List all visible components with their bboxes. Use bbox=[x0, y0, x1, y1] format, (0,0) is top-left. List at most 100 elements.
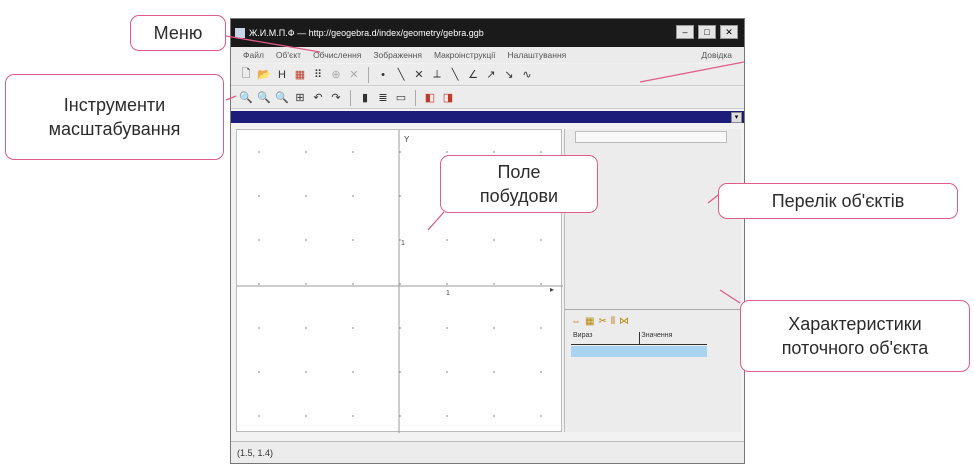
grid-dot bbox=[258, 415, 260, 417]
menu-item-macros[interactable]: Макроінструкції bbox=[434, 47, 496, 63]
table-icon[interactable]: ▭ bbox=[394, 91, 408, 105]
toolbar-separator bbox=[350, 89, 351, 106]
column-expression[interactable]: Вираз bbox=[571, 332, 639, 344]
grid-dot bbox=[258, 283, 260, 285]
curve-tool-icon[interactable]: ∿ bbox=[520, 68, 534, 82]
grid-dot bbox=[258, 239, 260, 241]
callout-object-props-line1: Характеристики bbox=[788, 314, 922, 334]
callout-zoom-line2: масштабування bbox=[48, 119, 181, 139]
zoom-in-icon[interactable]: 🔍 bbox=[239, 91, 253, 105]
export-icon[interactable]: ▦ bbox=[293, 68, 307, 82]
redo-icon[interactable]: ↷ bbox=[329, 91, 343, 105]
grid-dot bbox=[352, 283, 354, 285]
undo-icon[interactable]: ↶ bbox=[311, 91, 325, 105]
menu-item-settings[interactable]: Налаштування bbox=[508, 47, 567, 63]
calc-icon[interactable]: ≣ bbox=[376, 91, 390, 105]
zoom-out-icon[interactable]: 🔍 bbox=[257, 91, 271, 105]
menu-item-calc[interactable]: Обчислення bbox=[313, 47, 361, 63]
grid-dot bbox=[305, 283, 307, 285]
grid-dot bbox=[258, 151, 260, 153]
menu-item-file[interactable]: Файл bbox=[243, 47, 264, 63]
grid-dot bbox=[352, 371, 354, 373]
menu-item-help[interactable]: Довідка bbox=[701, 47, 732, 63]
maximize-button[interactable]: □ bbox=[698, 25, 716, 39]
app-window: Ж.И.М.П.Ф — http://geogebra.d/index/geom… bbox=[230, 18, 745, 464]
grid-dot bbox=[305, 151, 307, 153]
grid-dot bbox=[493, 151, 495, 153]
menu-bar: Файл Об'єкт Обчислення Зображення Макроі… bbox=[231, 47, 744, 63]
grid-dot bbox=[352, 151, 354, 153]
menu-item-object[interactable]: Об'єкт bbox=[276, 47, 301, 63]
grid-dot bbox=[352, 239, 354, 241]
cursor-coords: (1.5, 1.4) bbox=[237, 448, 274, 458]
grid-dot bbox=[446, 151, 448, 153]
x-axis-arrow: ▸ bbox=[550, 285, 554, 294]
point-tool-icon[interactable]: • bbox=[376, 68, 390, 82]
callout-canvas: Поле побудови bbox=[440, 155, 598, 213]
line-tool-icon[interactable]: ╲ bbox=[394, 68, 408, 82]
properties-header: Вираз Значення bbox=[571, 332, 707, 345]
pan-icon[interactable]: ⊕ bbox=[329, 68, 343, 82]
grid-dot bbox=[493, 415, 495, 417]
selected-property-row[interactable] bbox=[571, 346, 707, 357]
menu-item-view[interactable]: Зображення bbox=[373, 47, 422, 63]
app-icon bbox=[235, 28, 245, 38]
layer-icon[interactable]: ▮ bbox=[358, 91, 372, 105]
new-file-icon[interactable]: 🗋 bbox=[239, 68, 253, 82]
grid-dot bbox=[305, 415, 307, 417]
properties-toolbar: ⇔ ▦ ✂ ⫴ ⋈ bbox=[571, 316, 629, 327]
delete-icon[interactable]: ✕ bbox=[347, 68, 361, 82]
window-title: Ж.И.М.П.Ф — http://geogebra.d/index/geom… bbox=[249, 28, 484, 38]
y-tick-label: 1 bbox=[401, 240, 405, 247]
column-value[interactable]: Значення bbox=[638, 332, 708, 344]
grid-dot bbox=[446, 415, 448, 417]
status-bar: (1.5, 1.4) bbox=[231, 441, 744, 463]
callout-menu-text: Меню bbox=[153, 23, 203, 43]
grid-dot bbox=[258, 327, 260, 329]
angle-tool-icon[interactable]: ∠ bbox=[466, 68, 480, 82]
grid-dot bbox=[493, 283, 495, 285]
macro-run-icon[interactable]: ◨ bbox=[441, 91, 455, 105]
save-icon[interactable]: H bbox=[275, 68, 289, 82]
grid-dot bbox=[493, 371, 495, 373]
minimize-button[interactable]: – bbox=[676, 25, 694, 39]
link-icon[interactable]: ✂ bbox=[598, 316, 606, 327]
grid-dot bbox=[446, 239, 448, 241]
ray-tool-icon[interactable]: ↘ bbox=[502, 68, 516, 82]
chevron-down-icon[interactable]: ▾ bbox=[731, 112, 742, 123]
grid-dot bbox=[446, 283, 448, 285]
grid-dot bbox=[352, 327, 354, 329]
open-file-icon[interactable]: 📂 bbox=[257, 68, 271, 82]
grid-icon[interactable]: ⠿ bbox=[311, 68, 325, 82]
zoom-window-icon[interactable]: ⊞ bbox=[293, 91, 307, 105]
vector-tool-icon[interactable]: ↗ bbox=[484, 68, 498, 82]
grid-dot bbox=[305, 195, 307, 197]
grid-dot bbox=[352, 415, 354, 417]
callout-zoom-tools: Інструменти масштабування bbox=[5, 74, 224, 160]
grid-dot bbox=[352, 195, 354, 197]
callout-canvas-line1: Поле bbox=[497, 162, 541, 182]
grid-dot bbox=[540, 327, 542, 329]
macro-icon[interactable]: ◧ bbox=[423, 91, 437, 105]
callout-object-props: Характеристики поточного об'єкта bbox=[740, 300, 970, 372]
grid-dot bbox=[305, 371, 307, 373]
close-button[interactable]: ✕ bbox=[720, 25, 738, 39]
property-tool-icon[interactable]: ⇔ bbox=[571, 316, 581, 327]
distribute-icon[interactable]: ⋈ bbox=[619, 316, 629, 327]
table-icon[interactable]: ▦ bbox=[585, 316, 594, 327]
callout-menu: Меню bbox=[130, 15, 226, 51]
toolbar-separator bbox=[415, 89, 416, 106]
grid-dot bbox=[258, 371, 260, 373]
callout-object-props-line2: поточного об'єкта bbox=[781, 338, 929, 358]
object-list-header bbox=[575, 131, 727, 143]
cross-tool-icon[interactable]: ✕ bbox=[412, 68, 426, 82]
perpendicular-tool-icon[interactable]: ⟂ bbox=[430, 68, 444, 82]
align-icon[interactable]: ⫴ bbox=[611, 316, 615, 327]
segment-tool-icon[interactable]: ╲ bbox=[448, 68, 462, 82]
callout-object-list-text: Перелік об'єктів bbox=[771, 191, 905, 211]
grid-dot bbox=[540, 283, 542, 285]
callout-canvas-line2: побудови bbox=[479, 186, 559, 206]
zoom-fit-icon[interactable]: 🔍 bbox=[275, 91, 289, 105]
toolbar-separator bbox=[368, 66, 369, 83]
command-bar[interactable]: ▾ bbox=[231, 111, 744, 123]
